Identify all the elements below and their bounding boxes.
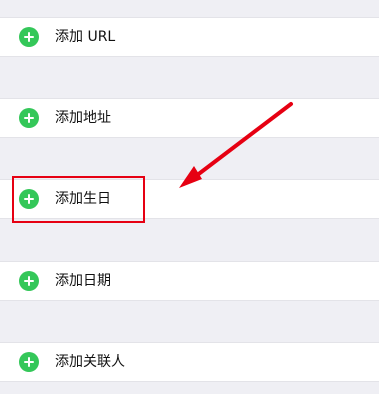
add-date-label: 添加日期 [55,273,111,289]
add-related-name-label: 添加关联人 [55,354,125,370]
add-address-label: 添加地址 [55,110,111,126]
add-related-name-row[interactable]: 添加关联人 [0,342,379,382]
plus-circle-icon[interactable] [19,27,39,47]
plus-circle-icon[interactable] [19,352,39,372]
plus-circle-icon[interactable] [19,108,39,128]
add-address-row[interactable]: 添加地址 [0,98,379,138]
add-url-label: 添加 URL [55,29,116,45]
add-url-row[interactable]: 添加 URL [0,17,379,57]
highlight-box [12,176,145,223]
add-date-row[interactable]: 添加日期 [0,261,379,301]
plus-circle-icon[interactable] [19,271,39,291]
